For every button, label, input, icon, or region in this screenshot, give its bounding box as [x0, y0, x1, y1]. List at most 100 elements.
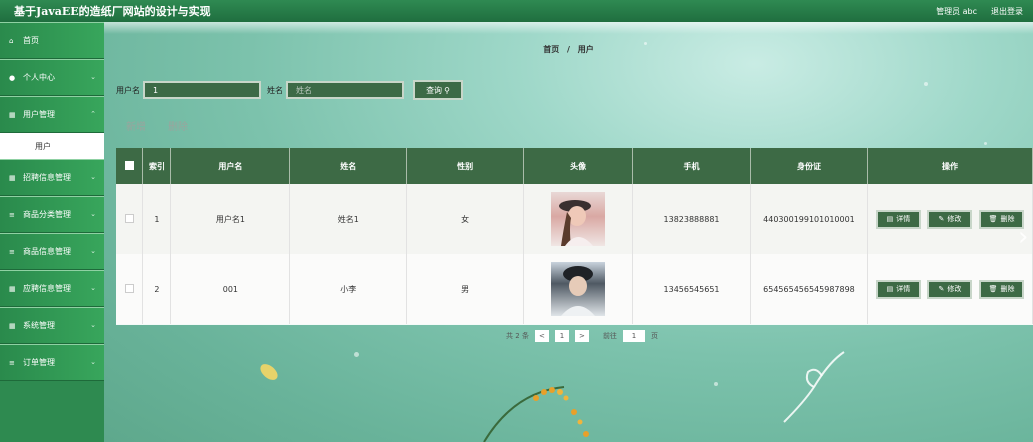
detail-button-label: 详情: [896, 285, 911, 293]
batch-delete-button[interactable]: 删除: [168, 118, 188, 133]
cell-id-card: 654565456545987898: [750, 254, 868, 324]
cell-gender: 男: [406, 254, 525, 324]
home-icon: ⌂: [9, 36, 14, 45]
col-header-name: 姓名: [289, 148, 408, 184]
cell-actions: ▤ 详情 ✎ 修改 🗑 删除: [867, 184, 1033, 254]
cell-index: 2: [142, 254, 172, 324]
sidebar-item-label: 个人中心: [23, 73, 55, 82]
sidebar-item-label: 用户管理: [23, 110, 55, 119]
sidebar-item-label: 应聘信息管理: [23, 284, 71, 293]
name-label: 姓名: [267, 85, 283, 95]
sidebar-item-product-info[interactable]: ≡ 商品信息管理 ⌄: [0, 233, 104, 270]
cell-phone: 13823888881: [632, 184, 751, 254]
sidebar-subitem-user[interactable]: 用户: [0, 133, 104, 159]
sidebar-item-recruitment[interactable]: ▦ 招聘信息管理 ⌄: [0, 159, 104, 196]
avatar: [551, 192, 606, 246]
top-bar: 基于JavaEE的造纸厂网站的设计与实现 管理员 abc 退出登录: [0, 0, 1033, 22]
main-content: 首页 / 用户 用户名 1 姓名 姓名 查询 ⚲ 新增 删除 索引 用户名 姓名…: [104, 22, 1033, 442]
pagination-total: 共 2 条: [506, 331, 529, 341]
sparkle-dot: [924, 82, 928, 86]
avatar: [551, 262, 606, 316]
pagination-total-suffix: 条: [521, 332, 529, 340]
username-search-input[interactable]: 1: [143, 81, 261, 99]
cell-avatar: [523, 254, 634, 324]
sidebar-item-system[interactable]: ▦ 系统管理 ⌄: [0, 307, 104, 344]
cell-phone: 13456545651: [632, 254, 751, 324]
sidebar-item-label: 系统管理: [23, 321, 55, 330]
edit-button[interactable]: ✎ 修改: [927, 209, 973, 229]
user-icon: ●: [9, 73, 16, 82]
delete-button[interactable]: 🗑 删除: [979, 279, 1025, 299]
col-header-username: 用户名: [170, 148, 291, 184]
chevron-down-icon: ⌄: [90, 321, 96, 329]
action-bar: 新增 删除: [126, 118, 188, 133]
search-button[interactable]: 查询 ⚲: [413, 80, 463, 100]
list-icon: ≡: [9, 247, 15, 256]
list-icon: ≡: [9, 210, 15, 219]
detail-button[interactable]: ▤ 详情: [875, 209, 921, 229]
goto-page-input[interactable]: 1: [622, 330, 645, 342]
cell-username: 用户名1: [170, 184, 291, 254]
sidebar-item-label: 商品信息管理: [23, 247, 71, 256]
col-header-index: 索引: [142, 148, 172, 184]
detail-button[interactable]: ▤ 详情: [875, 279, 921, 299]
grid-icon: ▦: [9, 321, 16, 330]
breadcrumb: 首页 / 用户: [104, 44, 1033, 55]
chevron-down-icon: ⌄: [90, 358, 96, 366]
sidebar-item-label: 招聘信息管理: [23, 173, 71, 182]
cell-name: 小李: [289, 254, 408, 324]
admin-label[interactable]: 管理员 abc: [936, 6, 977, 17]
cell-name: 姓名1: [289, 184, 408, 254]
chevron-down-icon: ⌄: [90, 210, 96, 218]
breadcrumb-separator: /: [567, 45, 570, 54]
name-search-input[interactable]: 姓名: [286, 81, 404, 99]
row-select-cell: [116, 254, 144, 324]
col-header-actions: 操作: [867, 148, 1033, 184]
logout-link[interactable]: 退出登录: [991, 6, 1023, 17]
sidebar: ⌂ 首页 ● 个人中心 ⌄ ▦ 用户管理 ⌃ 用户 ▦ 招聘信息管理 ⌄ ≡ 商…: [0, 22, 104, 442]
edit-icon: ✎: [938, 215, 945, 223]
page-suffix: 页: [650, 332, 658, 340]
app-title: 基于JavaEE的造纸厂网站的设计与实现: [14, 5, 211, 18]
sidebar-item-personal-center[interactable]: ● 个人中心 ⌄: [0, 59, 104, 96]
chevron-down-icon: ⌄: [90, 284, 96, 292]
prev-page-button[interactable]: <: [534, 330, 549, 342]
sidebar-item-application[interactable]: ▦ 应聘信息管理 ⌄: [0, 270, 104, 307]
col-header-gender: 性别: [406, 148, 525, 184]
pagination: 共 2 条 < 1 > 前往 1 页: [506, 330, 658, 342]
decorative-leaf: [260, 364, 278, 380]
avatar-photo-man: [561, 266, 596, 316]
next-page-button[interactable]: >: [574, 330, 589, 342]
current-page[interactable]: 1: [554, 330, 569, 342]
chevron-right-icon[interactable]: ›: [1018, 222, 1028, 252]
decorative-plant-illustration: [483, 386, 589, 442]
pagination-total-prefix: 共: [506, 332, 513, 340]
select-all-checkbox[interactable]: [124, 160, 134, 170]
chevron-down-icon: ⌄: [90, 247, 96, 255]
edit-button[interactable]: ✎ 修改: [927, 279, 973, 299]
search-button-label: 查询: [426, 85, 443, 95]
edit-button-label: 修改: [947, 285, 962, 293]
sidebar-item-home[interactable]: ⌂ 首页: [0, 22, 104, 59]
cell-gender: 女: [406, 184, 525, 254]
grid-icon: ▦: [9, 173, 16, 182]
pagination-total-count: 2: [515, 332, 520, 340]
edit-button-label: 修改: [947, 215, 962, 223]
avatar-photo-woman: [559, 200, 594, 246]
sidebar-item-user-management[interactable]: ▦ 用户管理 ⌃: [0, 96, 104, 133]
row-checkbox[interactable]: [124, 283, 134, 293]
username-label: 用户名: [116, 85, 140, 95]
sidebar-item-orders[interactable]: ≡ 订单管理 ⌄: [0, 344, 104, 381]
sidebar-item-product-category[interactable]: ≡ 商品分类管理 ⌄: [0, 196, 104, 233]
top-right-links: 管理员 abc 退出登录: [936, 6, 1023, 17]
user-table: 索引 用户名 姓名 性别 头像 手机 身份证 操作 1 用户名1 姓名1 女 1…: [116, 148, 1033, 325]
sparkle-dot: [354, 352, 359, 357]
document-icon: ▤: [886, 285, 894, 293]
add-button[interactable]: 新增: [126, 118, 146, 133]
cell-actions: ▤ 详情 ✎ 修改 🗑 删除: [867, 254, 1033, 324]
breadcrumb-home[interactable]: 首页: [543, 45, 559, 54]
row-checkbox[interactable]: [124, 213, 134, 223]
cell-username: 001: [170, 254, 291, 324]
document-icon: ▤: [886, 215, 894, 223]
col-header-avatar: 头像: [523, 148, 634, 184]
